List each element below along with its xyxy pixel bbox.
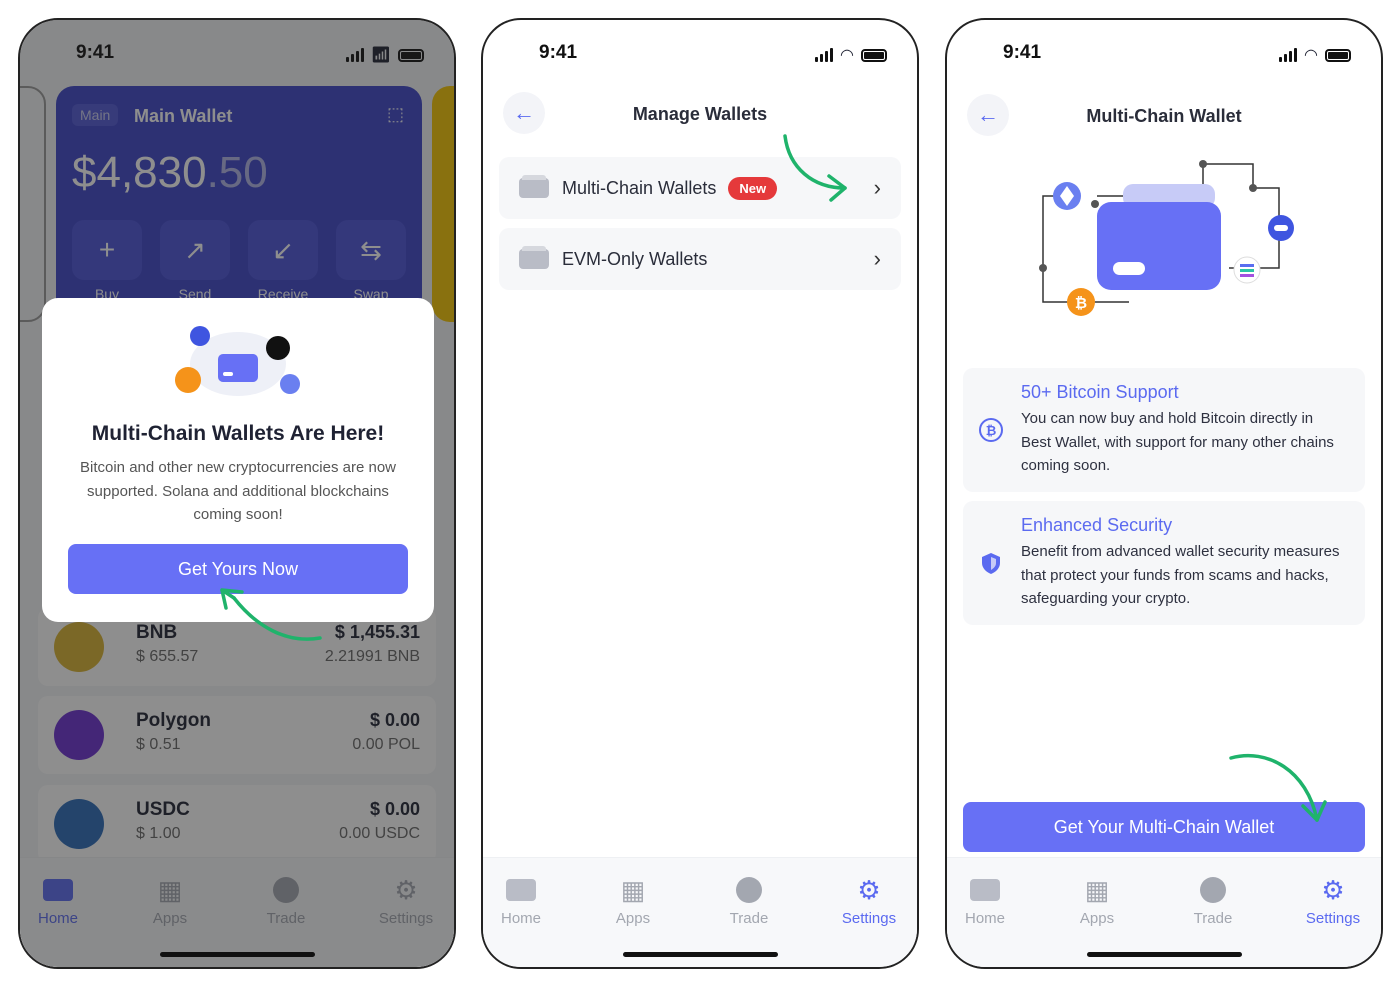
svg-text:₿: ₿ [986,423,997,438]
feature-bitcoin-support: ₿ 50+ Bitcoin Support You can now buy an… [963,368,1365,492]
tab-label: Apps [1079,910,1115,927]
annotation-arrow [220,588,322,641]
tab-bar: Home ▦ Apps Trade ⚙ Settings [947,857,1381,967]
wallet-icon [970,879,1000,901]
tab-label: Settings [841,910,897,927]
tab-bar: Home ▦ Apps Trade ⚙ Settings [483,857,917,967]
modal-title: Multi-Chain Wallets Are Here! [91,422,385,445]
phone-home-screen: 9:41 📶︎ Main Main Wallet ⬚ $4,830.50 +Bu… [18,18,456,969]
tab-label: Settings [1305,910,1361,927]
tab-apps[interactable]: ▦ Apps [593,874,673,928]
tab-apps[interactable]: ▦ Apps [1057,874,1137,928]
phone-multi-chain-wallet: 9:41 ◠ ← Multi-Chain Wallet ₿ ₿ 50+ Bitc… [945,18,1383,969]
signal-icon [1279,48,1298,62]
phone-manage-wallets: 9:41 ◠ ← Manage Wallets Multi-Chain Wall… [481,18,919,969]
new-badge: New [728,176,778,200]
battery-icon [861,48,887,62]
row-evm-only-wallets[interactable]: EVM-Only Wallets › [499,228,901,290]
trade-icon [1200,877,1226,903]
feature-enhanced-security: Enhanced Security Benefit from advanced … [963,501,1365,625]
feature-title: Enhanced Security [1021,515,1173,535]
svg-text:₿: ₿ [1075,295,1087,312]
page-title: Manage Wallets [632,104,768,124]
tab-home[interactable]: Home [947,876,1025,927]
chains-illustration [175,326,300,396]
chevron-right-icon: › [873,175,881,200]
status-icons: ◠ [1279,45,1351,65]
multi-chain-illustration: ₿ [1039,160,1294,316]
tab-trade[interactable]: Trade [709,876,789,927]
home-indicator [1087,952,1242,957]
feature-title: 50+ Bitcoin Support [1021,382,1179,402]
gear-icon: ⚙ [857,874,881,905]
row-label: Multi-Chain Wallets [562,177,717,198]
battery-icon [1325,48,1351,62]
status-time: 9:41 [1003,42,1042,63]
feature-body: Benefit from advanced wallet security me… [1021,543,1340,607]
tab-label: Trade [729,910,769,927]
trade-icon [736,877,762,903]
annotation-arrow [1229,753,1327,822]
modal-body: Bitcoin and other new cryptocurrencies a… [80,459,396,523]
tab-settings[interactable]: ⚙ Settings [829,874,909,928]
status-icons: ◠ [815,45,887,65]
tab-settings[interactable]: ⚙ Settings [1293,874,1373,928]
wifi-icon: ◠ [840,47,854,64]
tab-label: Home [964,910,1005,927]
gear-icon: ⚙ [1321,874,1345,905]
tab-label: Trade [1193,910,1233,927]
chevron-right-icon: › [873,246,881,271]
announcement-modal: Multi-Chain Wallets Are Here! Bitcoin an… [42,298,434,622]
wallet-icon [519,175,549,198]
wallet-icon [506,879,536,901]
annotation-arrow [783,134,847,202]
status-time: 9:41 [539,42,578,63]
tab-home[interactable]: Home [483,876,561,927]
signal-icon [815,48,834,62]
wifi-icon: ◠ [1304,47,1318,64]
apps-icon: ▦ [620,874,646,905]
page-title: Multi-Chain Wallet [1086,106,1242,126]
shield-icon [982,552,1000,574]
wallet-icon [519,246,549,269]
home-indicator [623,952,778,957]
row-label: EVM-Only Wallets [562,248,708,269]
feature-body: You can now buy and hold Bitcoin directl… [1021,410,1334,474]
bitcoin-icon: ₿ [979,417,1003,442]
home-indicator [160,952,315,957]
tab-label: Apps [615,910,651,927]
apps-icon: ▦ [1084,874,1110,905]
tab-trade[interactable]: Trade [1173,876,1253,927]
tab-label: Home [500,910,541,927]
